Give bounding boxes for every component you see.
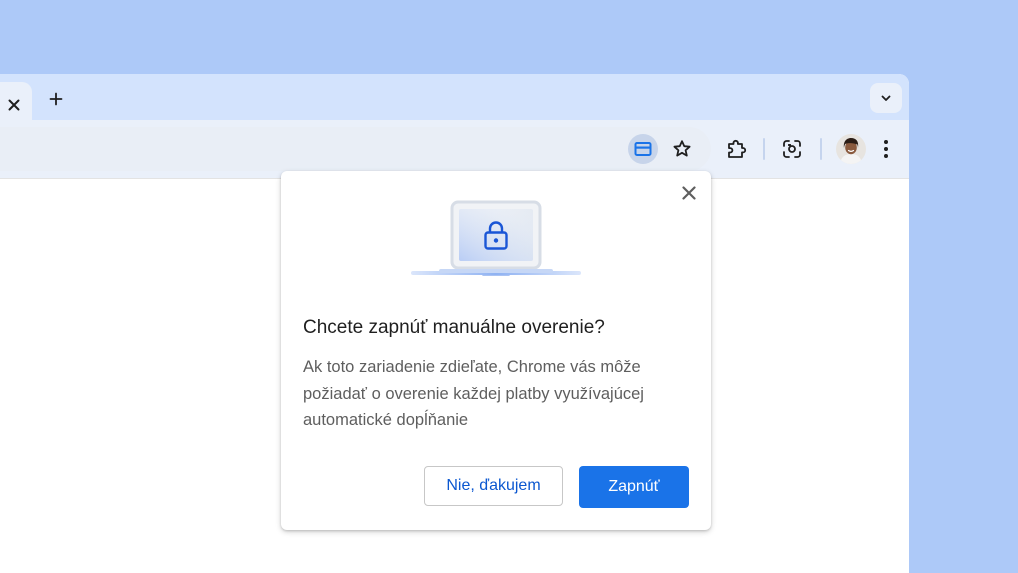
chevron-down-icon: [881, 95, 891, 101]
tab-close-button[interactable]: [4, 95, 24, 115]
turn-on-button[interactable]: Zapnúť: [579, 466, 689, 508]
star-icon: [673, 140, 691, 157]
new-tab-button[interactable]: [44, 87, 68, 111]
more-vert-icon: [884, 140, 888, 158]
tab-strip: [0, 74, 909, 120]
no-thanks-button[interactable]: Nie, ďakujem: [424, 466, 563, 506]
tab-search-button[interactable]: [870, 83, 902, 113]
bookmark-star-button[interactable]: [667, 134, 697, 164]
toolbar: [0, 120, 909, 178]
dialog-title: Chcete zapnúť manuálne overenie?: [303, 317, 605, 338]
toolbar-separator: [820, 138, 822, 160]
close-icon: [8, 99, 20, 111]
profile-avatar[interactable]: [836, 134, 866, 164]
dialog-close-button[interactable]: [677, 181, 701, 205]
plus-icon: [49, 92, 63, 106]
active-tab[interactable]: [0, 82, 32, 120]
laptop-lock-icon: [411, 200, 581, 276]
extensions-puzzle-icon: [728, 139, 747, 158]
dialog-body: Ak toto zariadenie zdieľate, Chrome vás …: [303, 358, 644, 429]
toolbar-separator: [763, 138, 765, 160]
more-menu-button[interactable]: [871, 134, 901, 164]
credit-card-icon: [634, 142, 652, 156]
avatar-image: [836, 134, 866, 164]
close-icon: [682, 186, 696, 200]
google-lens-button[interactable]: [777, 134, 807, 164]
extensions-button[interactable]: [722, 134, 752, 164]
omnibox[interactable]: [0, 127, 711, 171]
payment-card-button[interactable]: [628, 134, 658, 164]
manual-verification-dialog: Chcete zapnúť manuálne overenie? Ak toto…: [281, 171, 711, 530]
google-lens-icon: [783, 140, 801, 158]
